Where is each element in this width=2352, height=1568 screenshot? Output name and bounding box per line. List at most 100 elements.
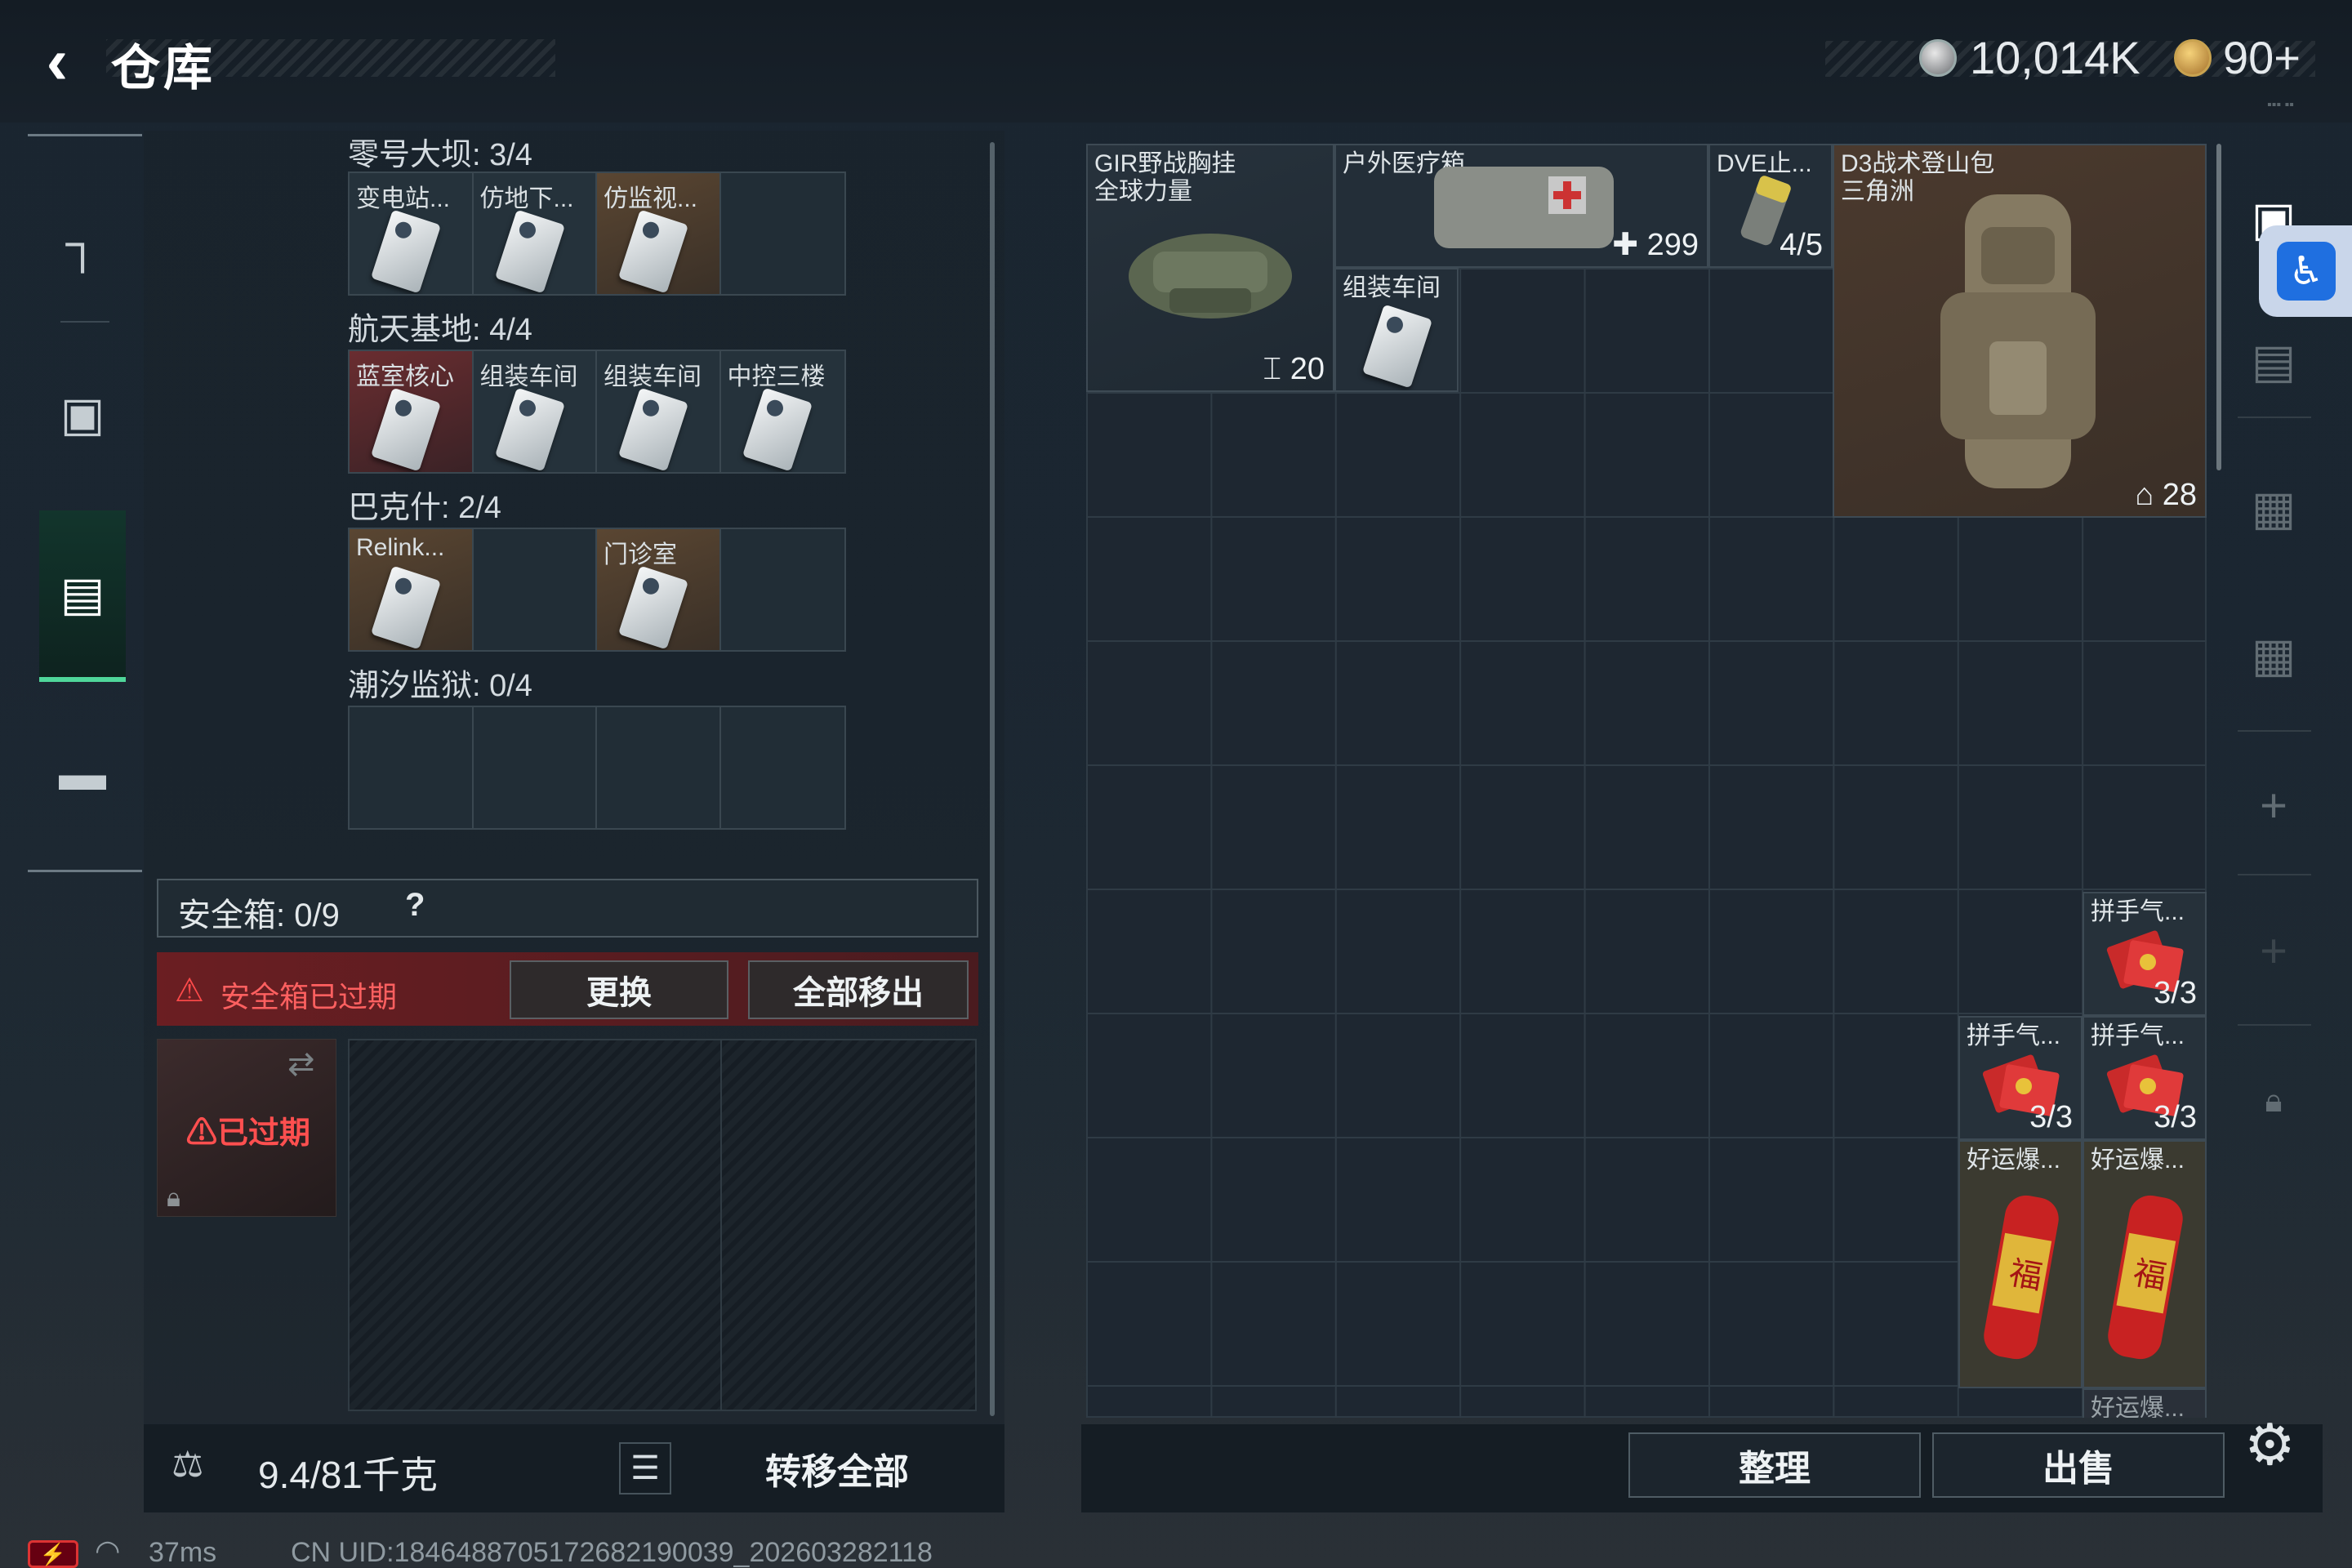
stash-item[interactable]: 好运爆... bbox=[2082, 1388, 2207, 1418]
key-slots: 蓝室核心 组装车间 组装车间 中控三楼 bbox=[348, 350, 846, 474]
safe-box-title: 安全箱: 0/9 bbox=[178, 898, 340, 933]
stash-item[interactable]: 组装车间 bbox=[1334, 268, 1459, 392]
sidebar-item-equipment[interactable]: ▣ bbox=[39, 332, 126, 496]
key-slot[interactable]: 门诊室 bbox=[597, 529, 721, 650]
key-slot-label: 中控三楼 bbox=[727, 363, 826, 390]
back-arrow-icon[interactable]: ‹ bbox=[24, 24, 90, 98]
keycard-image bbox=[742, 387, 813, 472]
sidebar-item-keys[interactable]: ▤ bbox=[39, 510, 126, 682]
svg-text:福: 福 bbox=[2007, 1254, 2045, 1297]
item-count: 3/3 bbox=[2154, 1100, 2197, 1134]
group-title: 零号大坝: 3/4 bbox=[348, 138, 532, 172]
key-slot[interactable]: 组装车间 bbox=[597, 351, 721, 472]
key-slot[interactable]: 仿监视... bbox=[597, 173, 721, 294]
vest-icon: ⌶ bbox=[1263, 352, 1290, 386]
lock-icon[interactable]: 🔒︎ bbox=[2239, 1067, 2308, 1135]
key-slot-label: 仿监视... bbox=[604, 185, 698, 212]
camera-iv-icon-2[interactable]: ▦ bbox=[2239, 621, 2308, 689]
warning-icon: ⚠ bbox=[186, 1116, 218, 1151]
currency-silver: 10,014K bbox=[1970, 32, 2140, 83]
empty-key-slot[interactable] bbox=[350, 707, 474, 828]
scrollbar[interactable] bbox=[990, 142, 995, 1416]
keycard-image bbox=[370, 565, 442, 650]
alert-text: 安全箱已过期 bbox=[220, 980, 398, 1013]
stash-item[interactable]: 好运爆... 福 bbox=[2082, 1140, 2207, 1388]
key-slot[interactable]: 中控三楼 bbox=[720, 351, 844, 472]
svg-text:福: 福 bbox=[2131, 1254, 2169, 1297]
keycard-image bbox=[370, 387, 442, 472]
firecracker-image: 福 bbox=[1984, 1195, 2059, 1360]
stash-item[interactable]: DVE止... 4/5 bbox=[1708, 144, 1833, 268]
empty-key-slot[interactable] bbox=[473, 529, 597, 650]
key-slot[interactable]: Relink... bbox=[350, 529, 474, 650]
help-icon[interactable]: ? bbox=[405, 887, 425, 924]
card-iv-icon[interactable]: ▤ bbox=[2239, 327, 2308, 395]
swap-icon[interactable]: ⇄ bbox=[287, 1045, 315, 1083]
replace-button[interactable]: 更换 bbox=[510, 960, 728, 1019]
key-slot-label: 仿地下... bbox=[479, 185, 574, 212]
empty-key-slot[interactable] bbox=[597, 707, 721, 828]
key-slot-label: 门诊室 bbox=[604, 541, 677, 568]
key-slot-label: 变电站... bbox=[356, 185, 451, 212]
empty-key-slot[interactable] bbox=[720, 173, 844, 294]
stash-item[interactable]: D3战术登山包 三角洲 ⌂ 28 bbox=[1833, 144, 2207, 518]
stash-item[interactable]: 拼手气... 3/3 bbox=[1958, 1016, 2082, 1140]
empty-key-slot[interactable] bbox=[720, 707, 844, 828]
add-icon-2[interactable]: + bbox=[2239, 916, 2308, 985]
stash-item[interactable]: GIR野战胸挂 全球力量 ⌶ 20 bbox=[1086, 144, 1334, 392]
toolbox-icon: ▬ bbox=[59, 746, 106, 800]
stash-item[interactable]: 户外医疗箱 ✚ 299 bbox=[1334, 144, 1708, 268]
sidebar: ┐ ▣ ▤ ▬ bbox=[28, 134, 142, 872]
key-slot[interactable]: 蓝室核心 bbox=[350, 351, 474, 472]
key-slots bbox=[348, 706, 846, 830]
silver-coin-icon bbox=[1919, 39, 1957, 77]
item-count: ✚ 299 bbox=[1612, 228, 1699, 262]
key-slot-label: Relink... bbox=[356, 534, 445, 561]
key-slots: Relink... 门诊室 bbox=[348, 528, 846, 652]
gear-icon[interactable]: ⚙ bbox=[2244, 1411, 2296, 1478]
group-title: 潮汐监狱: 0/4 bbox=[348, 669, 532, 703]
item-label: 组装车间 bbox=[1343, 274, 1441, 301]
user-uid: CN UID:1846488705172682190039_2026032821… bbox=[291, 1537, 933, 1568]
item-label: 好运爆... bbox=[1967, 1147, 2061, 1174]
item-label: 好运爆... bbox=[2091, 1147, 2185, 1174]
backpack-icon: ⌂ bbox=[2135, 478, 2163, 512]
accessibility-icon: ♿︎ bbox=[2277, 242, 2336, 301]
firecracker-image: 福 bbox=[2108, 1195, 2183, 1360]
empty-key-slot[interactable] bbox=[720, 529, 844, 650]
accessibility-button[interactable]: ♿︎ bbox=[2259, 225, 2352, 317]
sort-button[interactable]: 整理 bbox=[1628, 1432, 1921, 1498]
key-slot[interactable]: 组装车间 bbox=[473, 351, 597, 472]
safe-box-grid[interactable] bbox=[348, 1039, 977, 1411]
rail-divider bbox=[2238, 874, 2311, 875]
armor-icon: ▣ bbox=[60, 388, 105, 441]
stash-item[interactable]: 好运爆... 福 bbox=[1958, 1140, 2082, 1388]
keycard-case-icon: ▤ bbox=[60, 568, 105, 621]
sidebar-item-toolbox[interactable]: ▬ bbox=[39, 692, 126, 855]
sidebar-item-weapons[interactable]: ┐ bbox=[39, 161, 126, 324]
remove-all-button[interactable]: 全部移出 bbox=[748, 960, 969, 1019]
sidebar-divider bbox=[60, 321, 109, 323]
expired-label: ⚠已过期 bbox=[186, 1107, 310, 1152]
keycard-image bbox=[617, 209, 689, 294]
gun-icon: ┐ bbox=[65, 216, 100, 270]
currency-gold[interactable]: 90+ bbox=[2223, 31, 2301, 84]
item-count: ⌶ 20 bbox=[1263, 352, 1325, 386]
item-label: 拼手气... bbox=[2091, 898, 2185, 925]
add-icon[interactable]: + bbox=[2239, 771, 2308, 840]
right-rail: ▣ ▤ ▦ ▦ + + 🔒︎ bbox=[2221, 131, 2328, 1454]
key-slot[interactable]: 仿地下... bbox=[473, 173, 597, 294]
camera-iv-icon[interactable]: ▦ bbox=[2239, 474, 2308, 542]
list-icon[interactable]: ☰ bbox=[619, 1442, 671, 1494]
item-label: 拼手气... bbox=[2091, 1022, 2185, 1049]
item-count: ⌂ 28 bbox=[2135, 478, 2197, 512]
item-count: 3/3 bbox=[2154, 976, 2197, 1010]
stash-item[interactable]: 拼手气... 3/3 bbox=[2082, 892, 2207, 1016]
battery-icon: ⚡ bbox=[28, 1540, 78, 1568]
empty-key-slot[interactable] bbox=[473, 707, 597, 828]
sell-button[interactable]: 出售 bbox=[1932, 1432, 2225, 1498]
stash-item[interactable]: 拼手气... 3/3 bbox=[2082, 1016, 2207, 1140]
key-slot[interactable]: 变电站... bbox=[350, 173, 474, 294]
transfer-all-button[interactable]: 转移全部 bbox=[702, 1437, 972, 1499]
rail-divider bbox=[2238, 416, 2311, 418]
